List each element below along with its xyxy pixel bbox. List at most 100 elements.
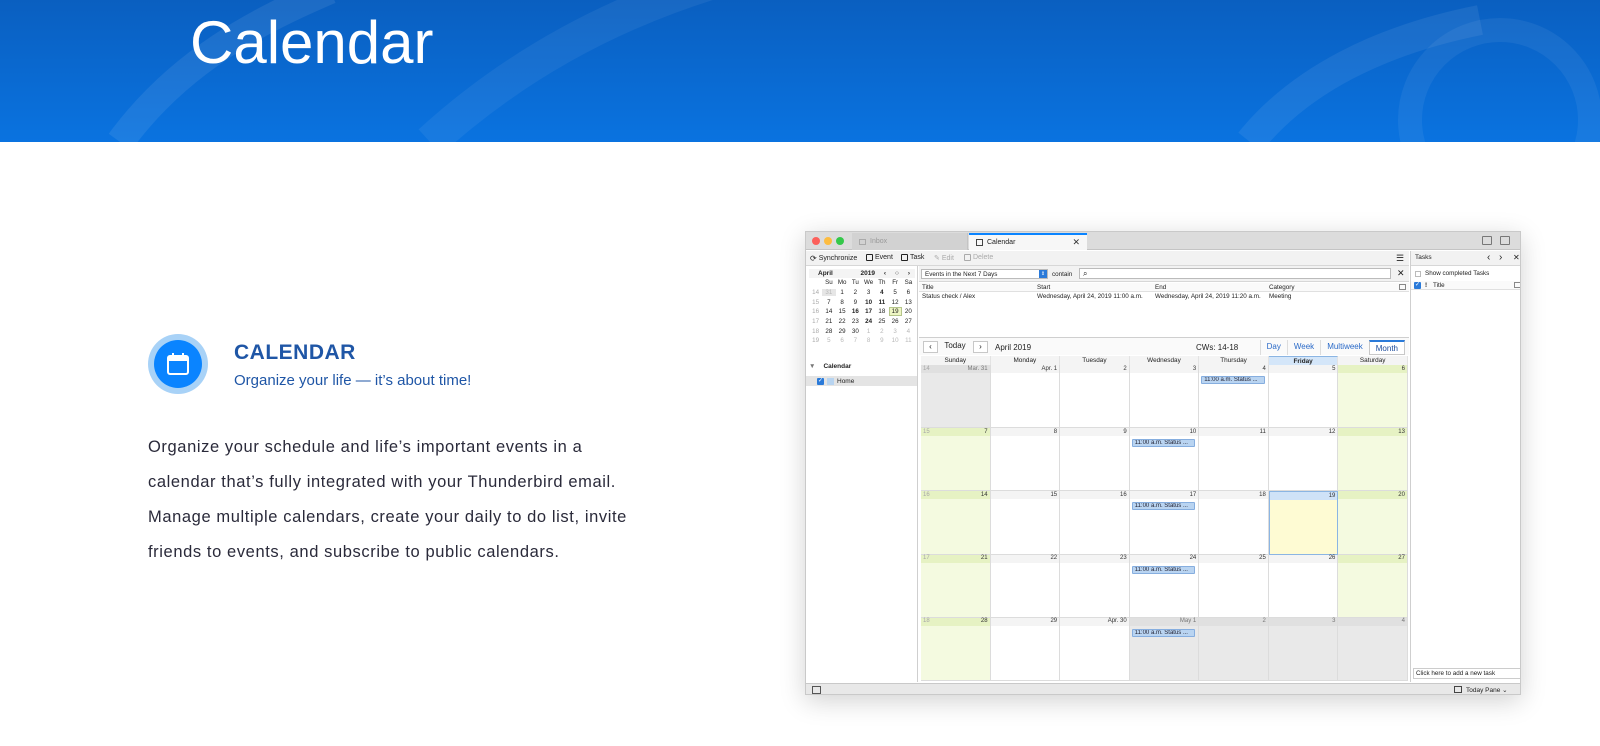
close-window-button[interactable] (812, 237, 820, 245)
month-day-cell[interactable]: 23 (1060, 554, 1130, 618)
new-task-button[interactable]: Task (901, 254, 924, 261)
mini-calendar-day[interactable]: 14 (822, 308, 835, 315)
mini-calendar-day[interactable]: 12 (889, 299, 902, 306)
column-header[interactable]: Category (1269, 284, 1295, 291)
mini-calendar-day[interactable]: 6 (836, 337, 849, 344)
mini-calendar-day[interactable]: 4 (875, 289, 888, 296)
calendar-event[interactable]: 11:00 a.m. Status ... (1201, 376, 1265, 384)
connection-icon[interactable] (812, 686, 821, 694)
month-day-cell[interactable]: 25 (1199, 554, 1269, 618)
mini-calendar-day[interactable]: 5 (822, 337, 835, 344)
mini-calendar-day[interactable]: 3 (862, 289, 875, 296)
calendar-event[interactable]: 11:00 a.m. Status ... (1131, 565, 1196, 574)
mini-calendar-day[interactable]: 23 (849, 318, 862, 325)
mini-calendar-day[interactable]: 15 (836, 308, 849, 315)
menu-icon[interactable]: ☰ (1396, 254, 1404, 263)
month-day-cell[interactable]: 17 21 (921, 554, 991, 618)
today-circle-icon[interactable]: ○ (891, 270, 903, 277)
month-day-cell[interactable]: 6 (1338, 365, 1408, 429)
tab-month-view[interactable]: Month (1368, 340, 1405, 355)
month-day-cell[interactable]: 16 14 (921, 491, 991, 555)
minimize-window-button[interactable] (824, 237, 832, 245)
priority-column-icon[interactable]: ! (1425, 282, 1427, 289)
month-day-cell[interactable]: 3 (1129, 365, 1200, 429)
month-day-cell[interactable]: 5 (1268, 365, 1339, 429)
mini-calendar-day[interactable]: 19 (888, 307, 902, 317)
month-day-cell[interactable]: Apr. 30 (1060, 617, 1130, 681)
month-day-cell[interactable]: 29 (990, 617, 1061, 681)
column-picker-icon[interactable] (1399, 284, 1406, 290)
mini-calendar-day[interactable]: 1 (836, 289, 849, 296)
mini-calendar-day[interactable]: 29 (836, 328, 849, 335)
close-icon[interactable]: ✕ (1513, 253, 1520, 262)
mini-calendar-day[interactable]: 3 (889, 328, 902, 335)
column-header[interactable]: End (1155, 284, 1166, 291)
month-day-cell[interactable]: 10 11:00 a.m. Status ... (1129, 428, 1200, 492)
mini-calendar-day[interactable]: 26 (889, 318, 902, 325)
mini-calendar-month[interactable]: April (809, 270, 839, 277)
mini-calendar-day[interactable]: 30 (849, 328, 862, 335)
mini-calendar-day[interactable]: 22 (836, 318, 849, 325)
synchronize-button[interactable]: ⟳ Synchronize (810, 254, 857, 263)
month-day-cell[interactable]: 20 (1338, 491, 1408, 555)
mini-calendar-day[interactable]: 13 (902, 299, 915, 306)
checkbox-unchecked-icon[interactable] (1415, 270, 1421, 277)
zoom-window-button[interactable] (836, 237, 844, 245)
month-day-cell[interactable]: 2 (1199, 617, 1269, 681)
chevron-left-icon[interactable]: ‹ (879, 270, 891, 277)
mini-calendar-day[interactable]: 21 (822, 318, 835, 325)
month-day-cell[interactable]: 24 11:00 a.m. Status ... (1129, 554, 1200, 618)
mini-calendar-day[interactable]: 1 (862, 328, 875, 335)
mini-calendar-day[interactable]: 5 (889, 289, 902, 296)
month-day-cell[interactable]: 12 (1268, 428, 1339, 492)
new-event-button[interactable]: Event (866, 254, 893, 261)
close-filter-icon[interactable]: ✕ (1397, 268, 1405, 279)
mini-calendar-day[interactable]: 8 (836, 299, 849, 306)
mini-calendar-day[interactable]: 6 (902, 289, 915, 296)
month-day-cell[interactable]: 9 (1060, 428, 1130, 492)
month-day-cell[interactable]: 4 (1338, 617, 1408, 681)
month-day-cell[interactable]: 26 (1268, 554, 1339, 618)
tab-calendar[interactable]: Calendar ✕ (969, 233, 1087, 250)
month-day-cell[interactable]: 8 (990, 428, 1061, 492)
checkbox-checked-icon[interactable]: ✓ (817, 377, 824, 385)
tab-multiweek-view[interactable]: Multiweek (1320, 340, 1369, 355)
mini-calendar-day[interactable]: 17 (862, 308, 875, 315)
month-day-cell[interactable]: 11 (1199, 428, 1269, 492)
close-tab-icon[interactable]: ✕ (1072, 237, 1080, 248)
mini-calendar-day[interactable]: 2 (849, 289, 862, 296)
mini-calendar-day[interactable]: 10 (862, 299, 875, 306)
mini-calendar-day[interactable]: 28 (822, 328, 835, 335)
mini-calendar-day[interactable]: 24 (862, 318, 875, 325)
column-header[interactable]: Title (1433, 282, 1445, 289)
calendar-item-home[interactable]: ✓ Home (806, 376, 917, 386)
mini-calendar-day[interactable]: 8 (862, 337, 875, 344)
chevron-right-icon[interactable]: › (903, 270, 915, 277)
month-day-cell[interactable]: 2 (1060, 365, 1130, 429)
mini-calendar-day[interactable]: 18 (875, 308, 888, 315)
mini-calendar-day[interactable]: 25 (875, 318, 888, 325)
mini-calendar-day[interactable]: 9 (849, 299, 862, 306)
month-day-cell[interactable]: 27 (1338, 554, 1408, 618)
month-day-cell[interactable]: 15 (990, 491, 1061, 555)
calendar-event[interactable]: 11:00 a.m. Status ... (1131, 502, 1196, 511)
edit-button[interactable]: ✎ Edit (934, 254, 954, 263)
calendar-event[interactable]: 11:00 a.m. Status ... (1131, 439, 1196, 448)
show-completed-tasks[interactable]: Show completed Tasks (1415, 270, 1489, 277)
month-day-cell[interactable]: 18 28 (921, 617, 991, 681)
month-day-cell[interactable]: 16 (1060, 491, 1130, 555)
month-day-cell[interactable]: 13 (1338, 428, 1408, 492)
tab-day-view[interactable]: Day (1259, 340, 1287, 355)
mini-calendar-day[interactable]: 16 (849, 308, 862, 315)
month-day-cell[interactable]: 3 (1268, 617, 1339, 681)
mini-calendar-day[interactable]: 7 (849, 337, 862, 344)
column-picker-icon[interactable] (1514, 282, 1520, 288)
next-month-button[interactable]: › (973, 341, 988, 353)
column-header[interactable]: Start (1037, 284, 1050, 291)
mini-calendar-day[interactable]: 10 (889, 337, 902, 344)
mini-calendar-day[interactable]: 11 (902, 337, 915, 344)
new-task-input[interactable]: Click here to add a new task (1413, 668, 1520, 679)
completed-column-icon[interactable]: ✓ (1414, 282, 1421, 289)
chevron-right-icon[interactable]: › (1499, 252, 1502, 263)
chevron-left-icon[interactable]: ‹ (1487, 252, 1490, 263)
